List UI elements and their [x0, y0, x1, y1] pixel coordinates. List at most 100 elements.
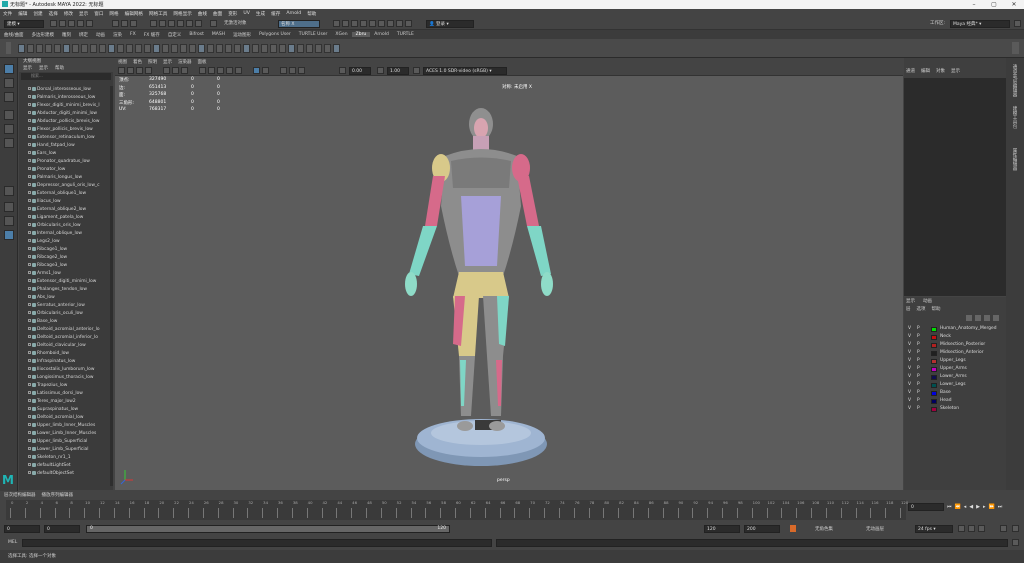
camera-attr-icon[interactable] [127, 67, 134, 74]
shelf-tab[interactable]: 动画 [92, 32, 109, 38]
shelf-tab[interactable]: Zbru [351, 32, 371, 37]
layer-color-swatch[interactable] [931, 390, 937, 396]
select-object-icon[interactable] [121, 20, 128, 27]
channel-box-menu-item[interactable]: 通道 [906, 68, 915, 74]
list-item[interactable]: Phalanges_tendon_low [19, 286, 109, 294]
shelf-tab[interactable]: TURTLE User [295, 32, 332, 37]
shelf-tool-icon[interactable] [45, 44, 52, 53]
layer-playback-toggle[interactable]: P [917, 397, 920, 405]
shelf-tool-icon[interactable] [306, 44, 313, 53]
anim-prefs-icon[interactable] [1000, 525, 1007, 532]
step-back-frame-icon[interactable]: ◂ [964, 504, 967, 510]
image-plane-icon[interactable] [145, 67, 152, 74]
step-forward-frame-icon[interactable]: ▸ [983, 504, 986, 510]
expand-icon[interactable] [28, 327, 31, 330]
list-item[interactable]: External_oblique1_low [19, 190, 109, 198]
list-item[interactable]: Lower_Limb_Inner_Muscles [19, 430, 109, 438]
shelf-tool-icon[interactable] [234, 44, 241, 53]
go-to-end-icon[interactable]: ⏭ [998, 504, 1003, 510]
snap-view-icon[interactable] [177, 20, 184, 27]
list-item[interactable]: Teres_major_low2 [19, 398, 109, 406]
layer-visibility-toggle[interactable]: V [908, 341, 911, 349]
list-item[interactable]: Palmaris_longus_low [19, 174, 109, 182]
menu-item[interactable]: 网格 [106, 11, 121, 17]
menu-item[interactable]: Arnold [283, 11, 304, 16]
expand-icon[interactable] [28, 311, 31, 314]
isolate-select-icon[interactable] [253, 67, 260, 74]
shelf-tool-icon[interactable] [180, 44, 187, 53]
playback-start-field[interactable]: 0 [44, 525, 80, 533]
outliner-scrollbar[interactable] [110, 86, 113, 486]
grid-toggle-icon[interactable] [163, 67, 170, 74]
list-item[interactable]: Latissimus_dorsi_low [19, 390, 109, 398]
shelf-tab[interactable]: 绑定 [75, 32, 92, 38]
timeline-tab[interactable]: 层次结构编辑器 [4, 492, 36, 498]
color-management-icon[interactable] [413, 67, 420, 74]
layer-color-swatch[interactable] [931, 342, 937, 348]
list-item[interactable]: Upper_limb_Superficial [19, 438, 109, 446]
list-item[interactable]: Deltoid_clavicular_low [19, 342, 109, 350]
toolkit-icon[interactable] [405, 20, 412, 27]
layer-color-swatch[interactable] [931, 398, 937, 404]
expand-icon[interactable] [28, 295, 31, 298]
shelf-tool-icon[interactable] [261, 44, 268, 53]
list-item[interactable]: Abductor_pollicis_brevis_low [19, 118, 109, 126]
expand-icon[interactable] [28, 87, 31, 90]
layer-color-swatch[interactable] [931, 326, 937, 332]
expand-icon[interactable] [28, 167, 31, 170]
menu-item[interactable]: 编辑网格 [122, 11, 146, 17]
menu-item[interactable]: 网格工具 [146, 11, 170, 17]
expand-icon[interactable] [28, 207, 31, 210]
shelf-tool-icon[interactable] [72, 44, 79, 53]
expand-icon[interactable] [28, 111, 31, 114]
viewport-menu-item[interactable]: 面板 [195, 59, 210, 65]
light-editor-icon[interactable] [396, 20, 403, 27]
list-item[interactable]: Upper_limb_Inner_Muscles [19, 422, 109, 430]
side-tab[interactable]: 属性编辑器 [1011, 148, 1017, 188]
expand-icon[interactable] [28, 135, 31, 138]
start-time-field[interactable]: 0 [4, 525, 40, 533]
list-item[interactable]: Abductor_digiti_minimi_low [19, 110, 109, 118]
script-editor-icon[interactable] [1012, 539, 1019, 546]
maximize-icon[interactable]: ▢ [984, 0, 1004, 9]
expand-icon[interactable] [28, 279, 31, 282]
list-item[interactable]: Palmaris_interosseous_low [19, 94, 109, 102]
workspace-selector[interactable]: Maya 经典* ▾ [950, 20, 1010, 28]
shelf-tool-icon[interactable] [252, 44, 259, 53]
snap-curve-icon[interactable] [159, 20, 166, 27]
history-icon[interactable] [210, 20, 217, 27]
lighting-icon[interactable] [226, 67, 233, 74]
shelf-tool-icon[interactable] [117, 44, 124, 53]
layer-visibility-toggle[interactable]: V [908, 397, 911, 405]
expand-icon[interactable] [28, 423, 31, 426]
current-frame-field[interactable]: 0 [908, 503, 944, 511]
list-item[interactable]: Extensor_retinaculum_low [19, 134, 109, 142]
shelf-tool-icon[interactable] [288, 44, 295, 53]
shelf-tool-icon[interactable] [198, 44, 205, 53]
shelf-tool-icon[interactable] [333, 44, 340, 53]
shelf-tab[interactable]: Arnold [370, 32, 393, 37]
expand-icon[interactable] [28, 183, 31, 186]
expand-icon[interactable] [28, 231, 31, 234]
expand-icon[interactable] [28, 447, 31, 450]
shelf-tool-icon[interactable] [36, 44, 43, 53]
shelf-tab[interactable]: Bifrost [185, 32, 208, 37]
layer-menu-item[interactable]: 选项 [917, 306, 926, 312]
expand-icon[interactable] [28, 103, 31, 106]
shelf-tool-icon[interactable] [90, 44, 97, 53]
command-language[interactable]: MEL [8, 540, 17, 545]
expand-icon[interactable] [28, 263, 31, 266]
step-back-key-icon[interactable]: ⏪ [955, 504, 961, 510]
list-item[interactable]: Deltoid_acromial_inferior_lo [19, 334, 109, 342]
expand-icon[interactable] [28, 223, 31, 226]
menu-item[interactable]: 曲线 [195, 11, 210, 17]
expand-icon[interactable] [28, 471, 31, 474]
expand-icon[interactable] [28, 391, 31, 394]
shelf-tab[interactable]: XGen [331, 32, 351, 37]
menu-item[interactable]: 选择 [46, 11, 61, 17]
layer-visibility-toggle[interactable]: V [908, 389, 911, 397]
new-layer-selected-icon[interactable] [993, 315, 999, 321]
layer-row[interactable]: V P Midsection_Posterior [904, 341, 1006, 349]
list-item[interactable]: Legs2_low [19, 238, 109, 246]
antialias-icon[interactable] [289, 67, 296, 74]
